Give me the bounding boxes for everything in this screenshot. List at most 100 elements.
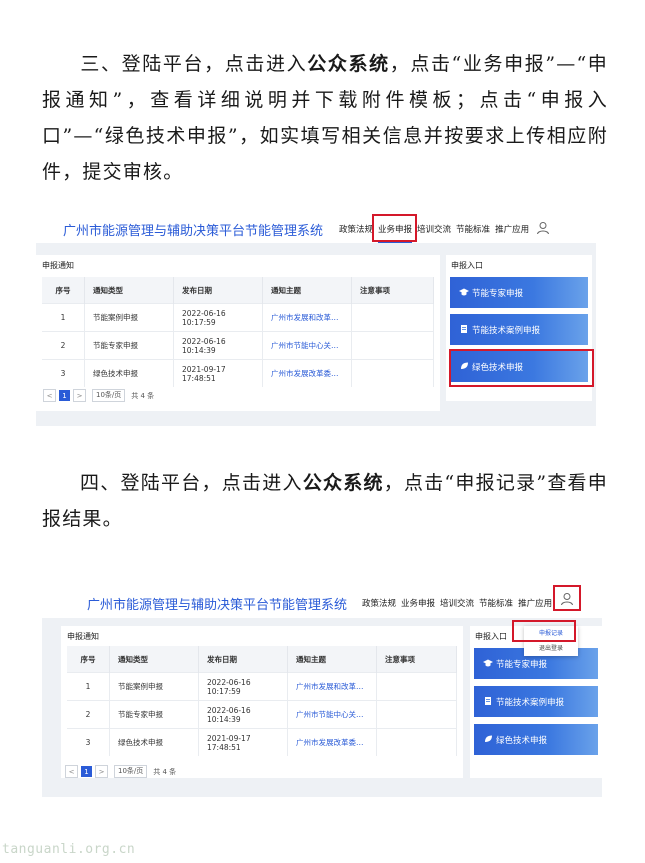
cell-topic-link[interactable]: 广州市发展和改革… bbox=[287, 672, 377, 701]
cell-topic-link[interactable]: 广州市发展和改革… bbox=[262, 303, 352, 332]
pager-prev-button[interactable]: < bbox=[65, 765, 78, 778]
table-row: 3 绿色技术申报 2021-09-17 17:48:51 广州市发展改革委… bbox=[67, 728, 457, 756]
highlight-declaration-record bbox=[512, 620, 576, 642]
entry-panel-title: 申报入口 bbox=[475, 632, 507, 641]
nav-training[interactable]: 培训交流 bbox=[417, 223, 451, 243]
notice-table: 序号 通知类型 发布日期 通知主题 注意事项 1 节能案例申报 2022-06-… bbox=[42, 277, 434, 387]
cell-no: 2 bbox=[42, 331, 85, 360]
cell-type: 节能专家申报 bbox=[84, 331, 174, 360]
col-date: 发布日期 bbox=[173, 277, 263, 304]
nav-promotion[interactable]: 推广应用 bbox=[495, 223, 529, 243]
highlight-user-icon bbox=[553, 585, 581, 611]
cell-note bbox=[376, 700, 457, 729]
cell-topic-link[interactable]: 广州市发展改革委… bbox=[287, 728, 377, 756]
cell-type: 绿色技术申报 bbox=[84, 359, 174, 387]
cell-no: 3 bbox=[67, 728, 110, 756]
paragraph-step-4: 四、登陆平台，点击进入公众系统，点击“申报记录”查看申报结果。 bbox=[42, 465, 608, 537]
highlight-business-nav bbox=[372, 214, 417, 242]
para4-lead: 四、登陆平台，点击进入 bbox=[80, 472, 303, 494]
cell-date: 2021-09-17 17:48:51 bbox=[198, 728, 288, 756]
cell-type: 节能案例申报 bbox=[84, 303, 174, 332]
pager-prev-button[interactable]: < bbox=[43, 389, 56, 402]
table-row: 1 节能案例申报 2022-06-16 10:17:59 广州市发展和改革… bbox=[42, 303, 434, 332]
pager-total: 共 4 条 bbox=[153, 767, 177, 776]
pager-total: 共 4 条 bbox=[131, 391, 155, 400]
nav-business[interactable]: 业务申报 bbox=[401, 597, 435, 609]
highlight-green-tech-card bbox=[449, 349, 594, 387]
card-green-tech-declaration[interactable]: 绿色技术申报 bbox=[474, 724, 598, 755]
watermark: tanguanli.org.cn bbox=[2, 842, 136, 857]
panel-title: 申报通知 bbox=[42, 261, 74, 270]
panel-title: 申报通知 bbox=[67, 632, 99, 641]
cell-date: 2022-06-16 10:17:59 bbox=[173, 303, 263, 332]
cell-topic-link[interactable]: 广州市节能中心关… bbox=[262, 331, 352, 360]
table-row: 1 节能案例申报 2022-06-16 10:17:59 广州市发展和改革… bbox=[67, 672, 457, 701]
cell-type: 节能案例申报 bbox=[109, 672, 199, 701]
cell-date: 2022-06-16 10:17:59 bbox=[198, 672, 288, 701]
para3-bold: 公众系统 bbox=[307, 53, 390, 75]
cell-topic-link[interactable]: 广州市节能中心关… bbox=[287, 700, 377, 729]
col-no: 序号 bbox=[42, 277, 85, 304]
para4-bold: 公众系统 bbox=[302, 472, 384, 494]
card-label: 节能专家申报 bbox=[472, 288, 524, 299]
cell-no: 3 bbox=[42, 359, 85, 387]
leaf-icon bbox=[483, 734, 493, 744]
para3-lead: 三、登陆平台，点击进入 bbox=[80, 53, 308, 75]
col-type: 通知类型 bbox=[84, 277, 174, 304]
table-row: 2 节能专家申报 2022-06-16 10:14:39 广州市节能中心关… bbox=[67, 700, 457, 729]
nav-policy[interactable]: 政策法规 bbox=[339, 223, 373, 243]
nav-standard[interactable]: 节能标准 bbox=[479, 597, 513, 609]
cell-no: 1 bbox=[42, 303, 85, 332]
pager-next-button[interactable]: > bbox=[95, 765, 108, 778]
col-date: 发布日期 bbox=[198, 646, 288, 673]
pager-size-select[interactable]: 10条/页 bbox=[92, 389, 126, 402]
card-label: 节能专家申报 bbox=[496, 659, 548, 670]
col-note: 注意事项 bbox=[376, 646, 457, 673]
cell-note bbox=[351, 359, 434, 387]
nav-training[interactable]: 培训交流 bbox=[440, 597, 474, 609]
col-topic: 通知主题 bbox=[287, 646, 377, 673]
table-header: 序号 通知类型 发布日期 通知主题 注意事项 bbox=[42, 277, 434, 304]
cell-no: 1 bbox=[67, 672, 110, 701]
col-note: 注意事项 bbox=[351, 277, 434, 304]
pager-current-page[interactable]: 1 bbox=[59, 390, 70, 401]
screenshot-declaration-record: 广州市能源管理与辅助决策平台节能管理系统 政策法规 业务申报 培训交流 节能标准… bbox=[42, 582, 602, 797]
graduation-cap-icon bbox=[483, 658, 493, 668]
pager-size-select[interactable]: 10条/页 bbox=[114, 765, 148, 778]
main-nav: 政策法规 业务申报 培训交流 节能标准 推广应用 bbox=[339, 223, 534, 243]
document-icon bbox=[483, 696, 493, 706]
cell-date: 2022-06-16 10:14:39 bbox=[173, 331, 263, 360]
card-case-declaration[interactable]: 节能技术案例申报 bbox=[474, 686, 598, 717]
cell-no: 2 bbox=[67, 700, 110, 729]
col-type: 通知类型 bbox=[109, 646, 199, 673]
col-topic: 通知主题 bbox=[262, 277, 352, 304]
paragraph-step-3: 三、登陆平台，点击进入公众系统，点击“业务申报”—“申报通知”，查看详细说明并下… bbox=[42, 46, 608, 190]
notice-panel: 申报通知 序号 通知类型 发布日期 通知主题 注意事项 1 节能案例申报 202… bbox=[61, 626, 463, 778]
notice-table: 序号 通知类型 发布日期 通知主题 注意事项 1 节能案例申报 2022-06-… bbox=[67, 646, 457, 756]
user-icon[interactable] bbox=[536, 220, 550, 235]
notice-panel: 申报通知 序号 通知类型 发布日期 通知主题 注意事项 1 节能案例申报 202… bbox=[36, 255, 440, 411]
nav-policy[interactable]: 政策法规 bbox=[362, 597, 396, 609]
card-expert-declaration[interactable]: 节能专家申报 bbox=[450, 277, 588, 308]
main-nav: 政策法规 业务申报 培训交流 节能标准 推广应用 bbox=[362, 597, 557, 609]
system-title: 广州市能源管理与辅助决策平台节能管理系统 bbox=[63, 224, 324, 239]
cell-topic-link[interactable]: 广州市发展改革委… bbox=[262, 359, 352, 387]
graduation-cap-icon bbox=[459, 287, 469, 297]
nav-standard[interactable]: 节能标准 bbox=[456, 223, 490, 243]
card-case-declaration[interactable]: 节能技术案例申报 bbox=[450, 314, 588, 345]
nav-promotion[interactable]: 推广应用 bbox=[518, 597, 552, 609]
menu-item-logout[interactable]: 退出登录 bbox=[524, 641, 578, 656]
cell-type: 节能专家申报 bbox=[109, 700, 199, 729]
card-label: 节能技术案例申报 bbox=[472, 325, 541, 336]
cell-note bbox=[376, 728, 457, 756]
entry-panel-title: 申报入口 bbox=[451, 261, 483, 270]
top-bar: 广州市能源管理与辅助决策平台节能管理系统 政策法规 业务申报 培训交流 节能标准… bbox=[42, 582, 602, 618]
cell-type: 绿色技术申报 bbox=[109, 728, 199, 756]
pager: < 1 > 10条/页 共 4 条 bbox=[43, 389, 154, 402]
system-title: 广州市能源管理与辅助决策平台节能管理系统 bbox=[87, 598, 348, 613]
table-row: 3 绿色技术申报 2021-09-17 17:48:51 广州市发展改革委… bbox=[42, 359, 434, 387]
pager-current-page[interactable]: 1 bbox=[81, 766, 92, 777]
cell-note bbox=[376, 672, 457, 701]
pager-next-button[interactable]: > bbox=[73, 389, 86, 402]
screenshot-business-declaration: 广州市能源管理与辅助决策平台节能管理系统 政策法规 业务申报 培训交流 节能标准… bbox=[36, 209, 596, 426]
